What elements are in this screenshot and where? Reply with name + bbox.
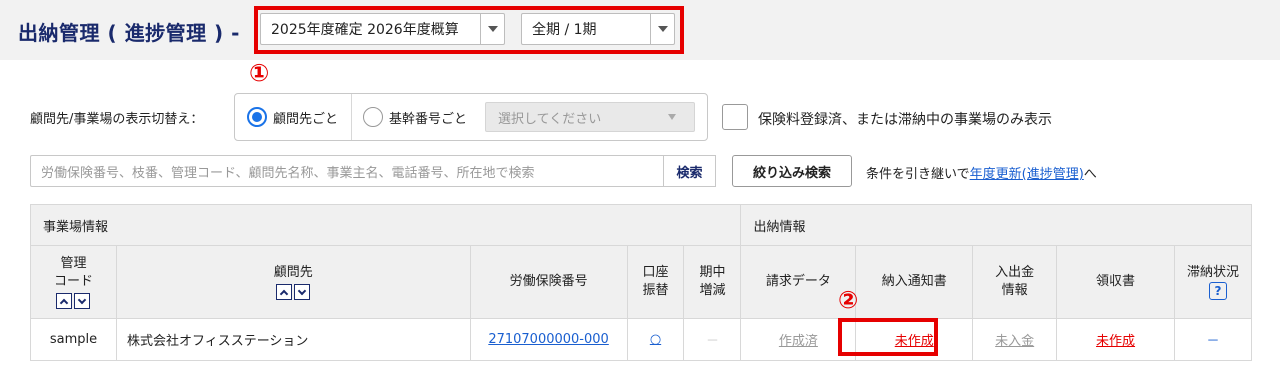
chevron-down-icon <box>480 14 504 44</box>
radio-base-label: 基幹番号ごと <box>389 111 468 127</box>
search-placeholder: 労働保険番号、枝番、管理コード、顧問先名称、事業主名、電話番号、所在地で検索 <box>41 165 535 181</box>
cell-arrears: － <box>1174 318 1252 361</box>
col-deposit-line2: 情報 <box>1001 283 1028 298</box>
display-toggle-label: 顧問先/事業場の表示切替え： <box>30 112 204 127</box>
radio-base-number[interactable]: 基幹番号ごと <box>363 94 467 140</box>
table-row: sample 株式会社オフィスステーション 27107000000-000 ○ … <box>30 318 1252 361</box>
group-cash-info: 出納情報 <box>740 204 1252 246</box>
search-button[interactable]: 検索 <box>663 155 716 187</box>
sort-asc-button[interactable] <box>56 293 73 310</box>
sort-controls <box>117 284 470 301</box>
cell-client: 株式会社オフィスステーション <box>115 318 471 361</box>
col-notice: 納入通知書 <box>855 245 974 319</box>
fiscal-year-select[interactable]: 2025年度確定 2026年度概算 <box>260 13 505 45</box>
fiscal-year-value: 2025年度確定 2026年度概算 <box>271 22 459 38</box>
display-toggle-group: 顧問先ごと 基幹番号ごと 選択してください <box>234 93 708 141</box>
radio-unselected-icon <box>363 107 383 127</box>
sort-desc-button[interactable] <box>74 293 91 310</box>
col-mid-line1: 期中 <box>699 265 726 281</box>
col-code: 管理 コード <box>30 245 117 319</box>
cell-receipt: 未作成 <box>1056 318 1175 361</box>
chevron-down-icon <box>650 14 674 44</box>
highlight-frame-2 <box>838 318 938 356</box>
carry-suffix: へ <box>1083 167 1097 182</box>
cell-labor-no: 27107000000-000 <box>469 318 628 361</box>
group-office-info: 事業場情報 <box>29 204 742 246</box>
col-arrears-label: 滞納状況 <box>1186 265 1239 281</box>
col-receipt: 領収書 <box>1056 245 1175 319</box>
col-mid-line2: 増減 <box>699 283 726 298</box>
divider <box>351 94 352 140</box>
labor-no-link[interactable]: 27107000000-000 <box>488 332 609 347</box>
period-value: 全期 / 1期 <box>532 22 597 38</box>
sort-asc-button[interactable] <box>276 284 293 301</box>
sort-desc-button[interactable] <box>294 284 311 301</box>
search-input[interactable]: 労働保険番号、枝番、管理コード、顧問先名称、事業主名、電話番号、所在地で検索 <box>30 155 664 187</box>
col-account-line2: 振替 <box>642 283 669 298</box>
help-icon[interactable]: ? <box>1209 281 1227 300</box>
col-client: 顧問先 <box>115 245 471 319</box>
carry-over-text: 条件を引き継いで年度更新(進捗管理)へ <box>866 163 1097 182</box>
base-number-select: 選択してください <box>485 102 695 132</box>
cell-account: ○ <box>626 318 685 361</box>
filter-checkbox-label: 保険料登録済、または滞納中の事業場のみ表示 <box>758 112 1052 128</box>
period-select[interactable]: 全期 / 1期 <box>521 13 675 45</box>
office-table: 事業場情報 出納情報 管理 コード 顧問先 労働保険番号 口座 振替 期中 増減 <box>29 204 1252 361</box>
col-arrears: 滞納状況? <box>1174 245 1252 319</box>
account-transfer-link[interactable]: ○ <box>650 332 661 347</box>
col-labor-no: 労働保険番号 <box>469 245 628 319</box>
col-code-line2: コード <box>53 273 93 289</box>
billing-link[interactable]: 作成済 <box>779 334 818 349</box>
cell-code: sample <box>30 318 117 361</box>
chevron-down-icon <box>298 286 307 296</box>
cell-mid: － <box>683 318 742 361</box>
col-mid: 期中 増減 <box>683 245 742 319</box>
filter-search-button[interactable]: 絞り込み検索 <box>732 155 852 187</box>
chevron-down-icon <box>668 114 676 120</box>
chevron-up-icon <box>280 289 289 299</box>
chevron-up-icon <box>60 298 69 307</box>
col-client-label: 顧問先 <box>273 264 313 280</box>
radio-selected-icon <box>247 107 267 127</box>
annotation-marker-1: ① <box>249 59 270 87</box>
col-deposit: 入出金 情報 <box>972 245 1058 319</box>
year-update-link[interactable]: 年度更新(進捗管理) <box>970 167 1084 182</box>
base-number-placeholder: 選択してください <box>498 111 602 127</box>
carry-prefix: 条件を引き継いで <box>866 167 970 182</box>
radio-client[interactable]: 顧問先ごと <box>247 94 338 140</box>
page-header: 出納管理 ( 進捗管理 ) - 2025年度確定 2026年度概算 全期 / 1… <box>0 0 1280 60</box>
col-account-line1: 口座 <box>642 265 669 281</box>
deposit-link[interactable]: 未入金 <box>995 334 1034 349</box>
col-code-line1: 管理 <box>60 255 87 271</box>
receipt-link[interactable]: 未作成 <box>1096 334 1135 349</box>
col-deposit-line1: 入出金 <box>995 265 1035 281</box>
radio-client-label: 顧問先ごと <box>273 111 339 127</box>
annotation-marker-2: ② <box>838 286 859 314</box>
col-account: 口座 振替 <box>626 245 685 319</box>
page-title: 出納管理 ( 進捗管理 ) - <box>18 21 240 45</box>
chevron-down-icon <box>78 295 87 304</box>
filter-checkbox[interactable] <box>722 104 748 130</box>
cell-deposit: 未入金 <box>972 318 1058 361</box>
sort-controls <box>31 293 116 310</box>
